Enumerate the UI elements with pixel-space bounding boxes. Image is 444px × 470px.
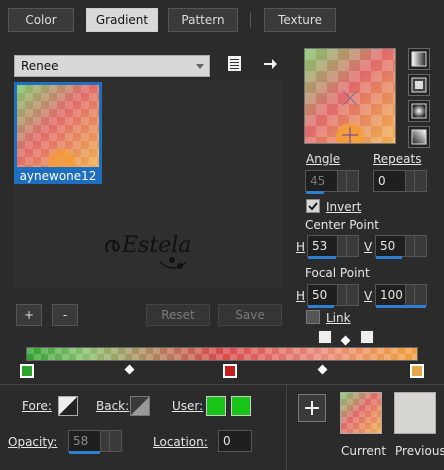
focal-h-slider-fill xyxy=(308,305,334,308)
location-value: 0 xyxy=(223,434,231,448)
chevron-down-icon[interactable] xyxy=(346,285,358,305)
tab-pattern[interactable]: Pattern xyxy=(168,8,238,32)
rectangular-gradient-icon[interactable] xyxy=(408,74,430,96)
back-swatch[interactable] xyxy=(130,396,150,416)
gradient-preview[interactable] xyxy=(304,48,396,151)
tab-color[interactable]: Color xyxy=(8,8,74,32)
link-label: Link xyxy=(326,311,351,325)
back-label: Back: xyxy=(96,399,130,413)
tab-divider xyxy=(250,12,251,28)
center-v-slider-fill xyxy=(376,256,402,259)
center-point-label: Center Point xyxy=(305,218,379,232)
arrow-right-icon[interactable] xyxy=(262,56,278,72)
user-label: User: xyxy=(172,399,204,413)
svg-text:Estela: Estela xyxy=(121,233,191,258)
focal-h-input[interactable]: 50 xyxy=(307,284,359,308)
chevron-down-icon[interactable] xyxy=(346,236,358,256)
location-label: Location: xyxy=(153,435,208,449)
user-color-1[interactable] xyxy=(206,396,226,416)
opacity-value: 58 xyxy=(73,434,89,448)
current-label: Current xyxy=(341,444,387,458)
add-swatch-button[interactable] xyxy=(298,394,326,422)
angle-input[interactable]: 45 xyxy=(305,170,359,194)
tab-gradient[interactable]: Gradient xyxy=(86,8,158,32)
user-color-2[interactable] xyxy=(231,396,251,416)
save-button[interactable]: Save xyxy=(218,304,282,326)
gradient-set-value: Renee xyxy=(21,59,59,73)
add-gradient-button[interactable]: + xyxy=(16,304,42,326)
invert-label: Invert xyxy=(326,200,362,214)
midpoint-marker-icon[interactable] xyxy=(360,330,374,344)
gradient-set-dropdown[interactable]: Renee xyxy=(14,55,210,77)
center-h-slider-fill xyxy=(308,256,336,259)
radial-gradient-icon[interactable] xyxy=(408,126,430,148)
list-icon[interactable] xyxy=(227,55,243,73)
location-input[interactable]: 0 xyxy=(218,430,252,452)
signature-watermark: Estela xyxy=(100,222,196,274)
color-stop-red[interactable] xyxy=(223,364,237,378)
center-v-input[interactable]: 50 xyxy=(375,235,427,259)
color-stop-green[interactable] xyxy=(20,364,34,378)
previous-swatch[interactable] xyxy=(394,392,436,434)
center-h-label: H xyxy=(296,240,306,254)
opacity-slider-fill xyxy=(69,451,100,454)
center-h-value: 53 xyxy=(312,239,328,253)
gradient-item-label: aynewone12 xyxy=(19,169,97,183)
repeats-input[interactable]: 0 xyxy=(373,170,427,192)
chevron-down-icon[interactable] xyxy=(414,285,426,305)
focal-h-value: 50 xyxy=(312,288,328,302)
chevron-down-icon xyxy=(196,64,204,69)
gradient-editor-bar[interactable] xyxy=(26,347,418,361)
opacity-label: Opacity: xyxy=(8,435,58,449)
center-h-input[interactable]: 53 xyxy=(307,235,359,259)
gradient-thumbnail xyxy=(17,85,99,177)
current-swatch[interactable] xyxy=(340,392,382,434)
midpoint-diamond-icon[interactable] xyxy=(124,364,135,375)
diamond-marker-icon[interactable] xyxy=(340,335,351,346)
angle-slider-fill xyxy=(306,191,324,194)
linear-gradient-icon[interactable] xyxy=(408,48,430,70)
focal-v-label: V xyxy=(364,289,373,303)
link-checkbox[interactable] xyxy=(306,310,320,324)
chevron-down-icon[interactable] xyxy=(109,431,121,451)
gradient-list-item[interactable]: aynewone12 xyxy=(14,82,102,184)
previous-label: Previous xyxy=(395,444,444,458)
angle-label: Angle xyxy=(306,152,341,166)
focal-point-label: Focal Point xyxy=(305,266,370,280)
opacity-input[interactable]: 58 xyxy=(68,430,122,454)
midpoint-diamond-icon[interactable] xyxy=(317,364,328,375)
chevron-down-icon[interactable] xyxy=(414,171,426,191)
repeats-label: Repeats xyxy=(373,152,422,166)
chevron-down-icon[interactable] xyxy=(346,171,358,191)
color-stop-orange[interactable] xyxy=(410,364,424,378)
vertical-divider xyxy=(286,384,287,470)
midpoint-marker-icon[interactable] xyxy=(318,330,332,344)
reset-button[interactable]: Reset xyxy=(146,304,210,326)
sunburst-gradient-icon[interactable] xyxy=(408,100,430,122)
focal-v-input[interactable]: 100 xyxy=(375,284,427,308)
center-v-value: 50 xyxy=(380,239,396,253)
center-v-label: V xyxy=(364,240,373,254)
invert-checkbox[interactable] xyxy=(306,199,320,213)
chevron-down-icon[interactable] xyxy=(414,236,426,256)
fore-label: Fore: xyxy=(22,399,52,413)
remove-gradient-button[interactable]: - xyxy=(52,304,78,326)
section-divider xyxy=(0,384,444,385)
fore-swatch[interactable] xyxy=(58,396,78,416)
focal-h-label: H xyxy=(296,289,306,303)
angle-value: 45 xyxy=(310,174,326,188)
focal-v-slider-fill xyxy=(376,305,426,308)
focal-v-value: 100 xyxy=(380,288,403,302)
tab-texture[interactable]: Texture xyxy=(264,8,336,32)
repeats-value: 0 xyxy=(378,174,386,188)
